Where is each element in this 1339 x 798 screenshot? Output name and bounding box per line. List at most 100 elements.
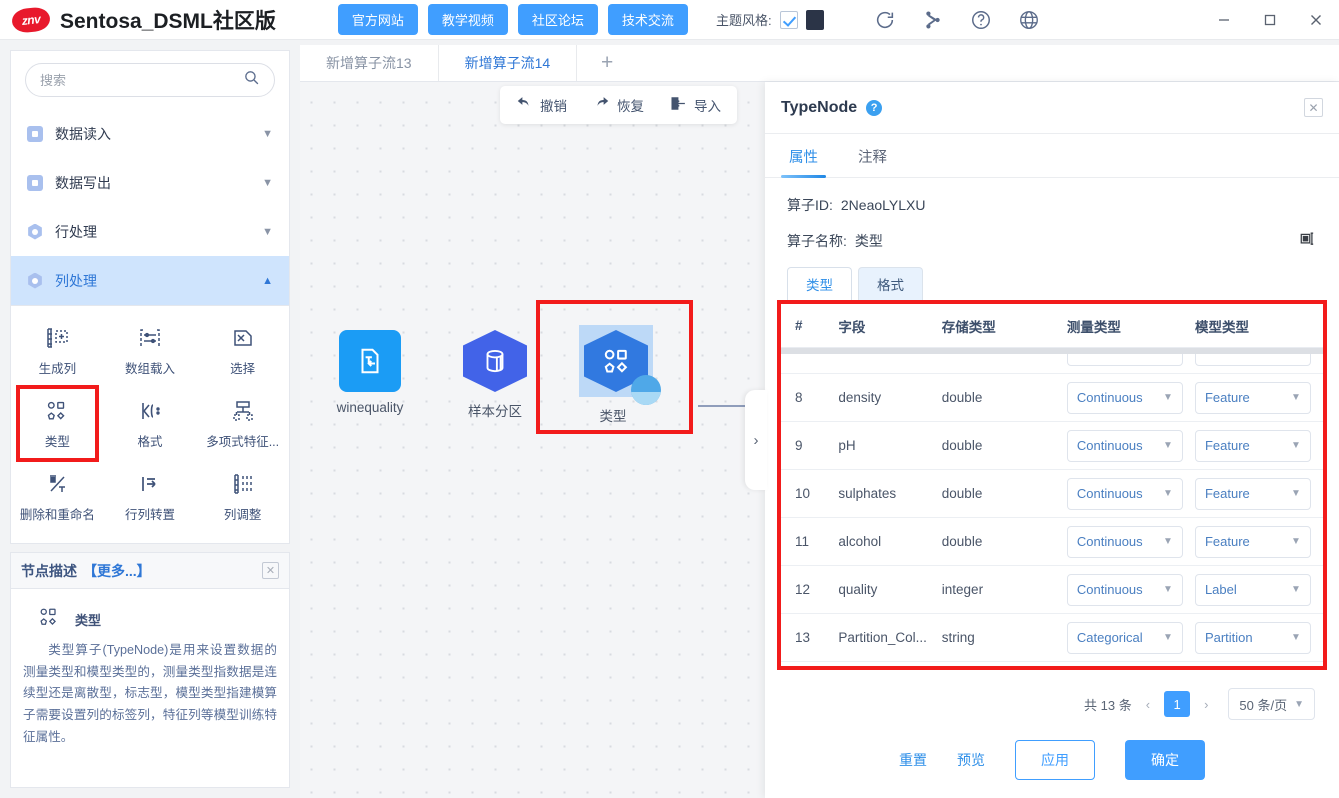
- cell-storage-type: integer: [941, 582, 984, 597]
- window-minimize-icon[interactable]: [1201, 0, 1247, 40]
- pagination-page-1[interactable]: 1: [1164, 691, 1191, 717]
- help-icon[interactable]: ?: [866, 99, 883, 116]
- redo-button[interactable]: 恢复: [593, 95, 644, 115]
- sub-tab-format[interactable]: 格式: [858, 267, 923, 300]
- canvas-node-typenode[interactable]: 类型: [579, 325, 661, 425]
- pagination-page-size-select[interactable]: 50 条/页 ▼: [1228, 688, 1315, 720]
- preview-button[interactable]: 预览: [957, 750, 985, 770]
- table-row[interactable]: 12 quality integer Continuous ▼ Label ▼: [781, 566, 1323, 614]
- category-data-read[interactable]: 数据读入 ▼: [11, 109, 289, 158]
- chevron-down-icon: ▼: [1294, 698, 1304, 710]
- chevron-up-icon: ▲: [262, 274, 273, 287]
- operator-polynomial-features[interactable]: 多项式特征...: [196, 387, 289, 460]
- search-input[interactable]: [40, 72, 243, 88]
- operator-select[interactable]: 选择: [196, 314, 289, 387]
- pagination-prev-button[interactable]: ‹: [1143, 697, 1153, 712]
- nav-button-tutorial-video[interactable]: 教学视频: [427, 4, 508, 35]
- measure-type-select[interactable]: Continuous ▼: [1066, 477, 1183, 510]
- table-horizontal-scrollbar[interactable]: [781, 348, 1323, 354]
- tab-properties[interactable]: 属性: [781, 134, 826, 178]
- model-type-select[interactable]: Feature ▼: [1194, 381, 1311, 414]
- undo-button[interactable]: 撤销: [516, 95, 567, 115]
- search-box[interactable]: [25, 63, 275, 97]
- cell-index: 12: [795, 582, 811, 597]
- model-type-select[interactable]: Feature ▼: [1194, 477, 1311, 510]
- globe-icon[interactable]: [1018, 9, 1040, 31]
- nav-button-community-forum[interactable]: 社区论坛: [517, 4, 598, 35]
- add-flow-tab-button[interactable]: +: [577, 45, 637, 81]
- operator-name-label: 算子名称:: [787, 233, 847, 249]
- model-type-select[interactable]: Feature ▼: [1194, 525, 1311, 558]
- window-close-icon[interactable]: [1293, 0, 1339, 40]
- category-data-write[interactable]: 数据写出 ▼: [11, 158, 289, 207]
- theme-color-swatch[interactable]: [805, 9, 824, 30]
- table-row[interactable]: 10 sulphates double Continuous ▼ Feature ▼: [781, 470, 1323, 518]
- transpose-icon: [138, 471, 162, 497]
- category-row-processing[interactable]: 行处理 ▼: [11, 207, 289, 256]
- theme-style-checkbox[interactable]: [779, 10, 798, 29]
- canvas-node-winequality[interactable]: winequality: [336, 330, 404, 415]
- type-icon: [44, 398, 70, 424]
- column-header-storage-type: 存储类型: [941, 319, 996, 335]
- sub-tab-type[interactable]: 类型: [787, 267, 852, 300]
- close-icon[interactable]: ✕: [1304, 98, 1323, 117]
- operator-format[interactable]: 格式: [104, 387, 197, 460]
- hexagon-icon: [28, 223, 42, 240]
- table-row[interactable]: 8 density double Continuous ▼ Feature ▼: [781, 374, 1323, 422]
- column-header-model-type: 模型类型: [1194, 319, 1249, 335]
- operator-array-load[interactable]: 数组载入: [104, 314, 197, 387]
- confirm-button[interactable]: 确定: [1125, 740, 1205, 780]
- nav-button-official-site[interactable]: 官方网站: [337, 4, 418, 35]
- pagination-total: 共 13 条: [1084, 697, 1132, 713]
- operator-generate-column[interactable]: 生成列: [11, 314, 104, 387]
- canvas-node-sample-partition[interactable]: 样本分区: [461, 330, 529, 420]
- properties-sub-tabs: 类型 格式: [765, 259, 1339, 300]
- import-button[interactable]: 导入: [670, 95, 721, 115]
- operator-transpose[interactable]: 行列转置: [104, 460, 197, 533]
- column-adjust-icon: [231, 471, 255, 497]
- window-maximize-icon[interactable]: [1247, 0, 1293, 40]
- operator-column-adjust[interactable]: 列调整: [196, 460, 289, 533]
- node-label: 样本分区: [468, 404, 522, 419]
- model-type-select[interactable]: Label ▼: [1194, 573, 1311, 606]
- node-description-node-name: 类型: [75, 613, 102, 628]
- reset-button[interactable]: 重置: [899, 750, 927, 770]
- chevron-down-icon: ▼: [262, 225, 273, 238]
- copy-icon[interactable]: [1300, 231, 1317, 251]
- node-description-more-link[interactable]: 【更多...】: [83, 561, 151, 581]
- flow-tab-13[interactable]: 新增算子流13: [300, 45, 439, 81]
- branch-icon[interactable]: [922, 9, 944, 31]
- refresh-icon[interactable]: [874, 9, 896, 31]
- table-body[interactable]: ▼ ▼ 8 density double Continuous▼ Feature…: [781, 348, 1323, 666]
- operator-label: 行列转置: [124, 507, 175, 522]
- table-row[interactable]: 11 alcohol double Continuous ▼ Feature ▼: [781, 518, 1323, 566]
- search-icon[interactable]: [243, 69, 260, 91]
- properties-panel-footer: 重置 预览 应用 确定: [765, 740, 1339, 798]
- measure-type-select[interactable]: Continuous ▼: [1066, 429, 1183, 462]
- pagination-next-button[interactable]: ›: [1201, 697, 1211, 712]
- measure-type-select[interactable]: Continuous ▼: [1066, 381, 1183, 414]
- operator-delete-rename[interactable]: 删除和重命名: [11, 460, 104, 533]
- flow-tab-14[interactable]: 新增算子流14: [439, 45, 578, 81]
- polynomial-features-icon: [231, 398, 255, 424]
- model-type-select[interactable]: Feature ▼: [1194, 429, 1311, 462]
- table-row[interactable]: 13 Partition_Col... string Categorical ▼ …: [781, 614, 1323, 662]
- panel-collapse-handle[interactable]: ›: [745, 390, 767, 490]
- category-column-processing[interactable]: 列处理 ▲: [11, 256, 289, 305]
- measure-type-select[interactable]: Continuous ▼: [1066, 573, 1183, 606]
- nav-button-tech-exchange[interactable]: 技术交流: [607, 4, 688, 35]
- operator-type[interactable]: 类型: [11, 385, 104, 462]
- window-controls: [1201, 0, 1339, 40]
- column-header-index: #: [795, 318, 803, 333]
- operator-id-row: 算子ID: 2NeaoLYLXU: [765, 187, 1339, 223]
- table-row[interactable]: 9 pH double Continuous ▼ Feature ▼: [781, 422, 1323, 470]
- model-type-select[interactable]: Partition ▼: [1194, 621, 1311, 654]
- tab-annotation[interactable]: 注释: [856, 134, 889, 177]
- close-icon[interactable]: ✕: [262, 562, 279, 579]
- apply-button[interactable]: 应用: [1015, 740, 1095, 780]
- operator-grid: 生成列 数组载入 选择 类型 格式 多项式特征... 删除和重命名 行列转置 列…: [10, 306, 290, 544]
- measure-type-select[interactable]: Categorical ▼: [1066, 621, 1183, 654]
- help-icon[interactable]: [970, 9, 992, 31]
- measure-type-select[interactable]: Continuous ▼: [1066, 525, 1183, 558]
- operator-label: 格式: [137, 434, 163, 449]
